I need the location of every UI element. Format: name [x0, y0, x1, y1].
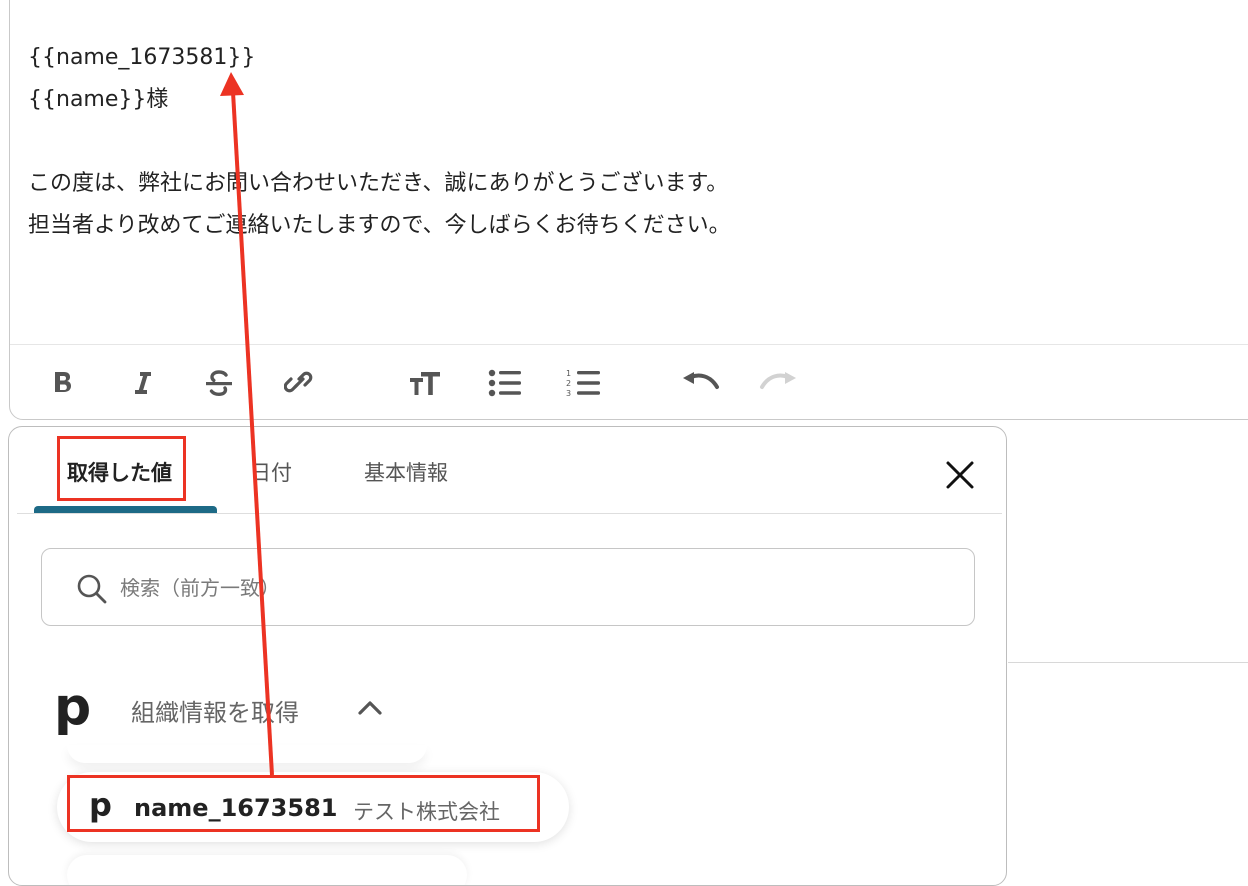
search-icon — [76, 573, 108, 609]
numbered-list-icon[interactable]: 123 — [558, 345, 608, 421]
italic-icon[interactable] — [117, 345, 167, 421]
search-box — [41, 548, 975, 626]
link-icon[interactable] — [274, 345, 324, 421]
text-size-icon[interactable] — [400, 345, 450, 421]
close-icon[interactable] — [942, 457, 978, 493]
editor-line: {{name_1673581}} — [28, 45, 256, 70]
svg-text:2: 2 — [566, 379, 571, 388]
editor-line: この度は、弊社にお問い合わせいただき、誠にありがとうございます。 — [28, 171, 729, 196]
highlight-box-item — [67, 775, 540, 832]
group-label: 組織情報を取得 — [131, 699, 299, 727]
formatting-toolbar: 123 — [10, 344, 1248, 421]
editor-line: 担当者より改めてご連絡いたしますので、今しばらくお待ちください。 — [28, 213, 731, 238]
bold-icon[interactable] — [38, 345, 88, 421]
editor-line: {{name}}様 — [28, 87, 169, 112]
service-logo-icon: p — [54, 677, 92, 737]
tab-basic-info[interactable]: 基本情報 — [364, 457, 448, 487]
svg-text:1: 1 — [566, 369, 571, 378]
bullet-list-icon[interactable] — [480, 345, 530, 421]
highlight-box-tab — [57, 436, 186, 501]
group-header-org-info[interactable]: p 組織情報を取得 — [49, 677, 449, 737]
undo-icon[interactable] — [676, 345, 726, 421]
list-item[interactable] — [67, 855, 467, 885]
search-input[interactable] — [118, 549, 942, 626]
active-tab-indicator — [34, 506, 217, 513]
chevron-up-icon[interactable] — [357, 699, 383, 721]
redo-icon[interactable] — [753, 345, 803, 421]
group-separator — [67, 745, 427, 763]
divider — [1008, 662, 1248, 663]
email-body-editor[interactable]: {{name_1673581}} {{name}}様 この度は、弊社にお問い合わ… — [9, 0, 1248, 420]
divider — [17, 513, 1002, 514]
svg-text:3: 3 — [566, 389, 571, 398]
strikethrough-icon[interactable] — [194, 345, 244, 421]
tab-date[interactable]: 日付 — [250, 457, 292, 487]
editor-content[interactable]: {{name_1673581}} {{name}}様 この度は、弊社にお問い合わ… — [28, 37, 1228, 247]
